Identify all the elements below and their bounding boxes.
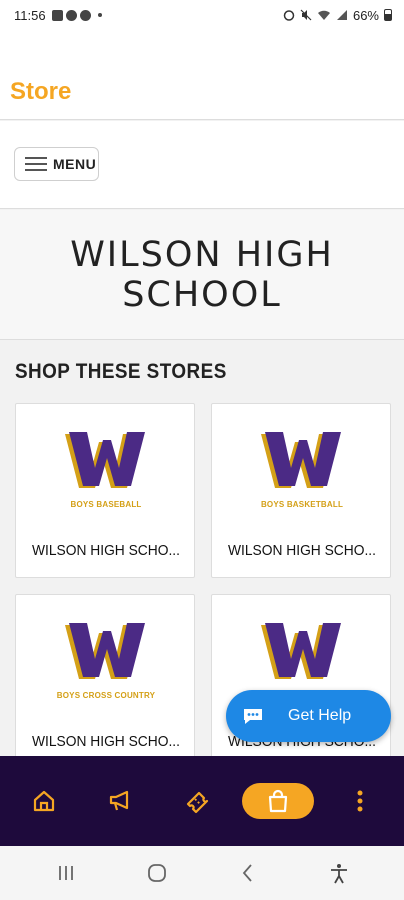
bottom-nav — [0, 756, 404, 846]
page-title: Store — [10, 78, 72, 105]
battery-icon — [384, 9, 392, 21]
menu-label: MENU — [53, 156, 97, 172]
store-card[interactable]: WILSON HIGH SCHO... — [211, 594, 391, 769]
app-notification-icon — [79, 9, 91, 21]
store-title: WILSON HIGH SCHO... — [227, 542, 376, 559]
more-vertical-icon — [357, 790, 363, 812]
nav-tickets[interactable] — [166, 776, 226, 826]
gallery-icon — [51, 9, 63, 21]
notification-icons — [51, 9, 102, 21]
ticket-icon — [186, 791, 209, 814]
store-card[interactable]: BOYS BASKETBALL WILSON HIGH SCHO... — [211, 403, 391, 578]
hamburger-icon — [25, 157, 47, 171]
app-header: Store — [0, 30, 404, 120]
accessibility-icon — [330, 864, 347, 884]
battery-percent: 66% — [352, 7, 379, 23]
get-help-label: Get Help — [288, 707, 352, 724]
accessibility-button[interactable] — [319, 853, 359, 893]
home-icon — [33, 790, 55, 812]
back-button[interactable] — [228, 853, 268, 893]
recent-apps-icon — [58, 866, 73, 880]
nav-store[interactable] — [242, 783, 314, 819]
alarm-icon — [283, 10, 295, 21]
wilson-w-logo — [65, 623, 145, 679]
nav-more[interactable] — [330, 776, 390, 826]
app-notification-icon — [65, 9, 77, 21]
home-circle-icon — [147, 864, 166, 882]
mute-icon — [300, 9, 312, 21]
menu-button[interactable]: MENU — [14, 147, 99, 181]
system-nav-bar — [0, 846, 404, 900]
megaphone-icon — [109, 790, 129, 811]
shopping-bag-icon — [268, 789, 288, 813]
status-bar-left: 11:56 — [14, 8, 102, 23]
status-bar-right: 66% — [283, 8, 392, 23]
get-help-button[interactable]: Get Help — [226, 690, 391, 742]
store-card[interactable]: BOYS BASEBALL WILSON HIGH SCHO... — [15, 403, 195, 578]
school-banner: WILSON HIGH SCHOOL — [0, 210, 404, 340]
chat-bubble-icon — [244, 709, 262, 724]
store-subtitle: BOYS CROSS COUNTRY — [56, 691, 156, 700]
recent-apps-button[interactable] — [46, 853, 86, 893]
status-bar: 11:56 66% — [0, 0, 404, 30]
back-chevron-icon — [242, 864, 252, 882]
signal-icon — [336, 10, 347, 20]
wilson-w-logo — [65, 432, 145, 488]
store-card[interactable]: BOYS CROSS COUNTRY WILSON HIGH SCHO... — [15, 594, 195, 769]
more-notifications-icon — [97, 13, 102, 17]
store-subtitle: BOYS BASKETBALL — [260, 500, 344, 509]
home-system-button[interactable] — [137, 853, 177, 893]
store-title: WILSON HIGH SCHO... — [31, 542, 180, 559]
shop-heading: SHOP THESE STORES — [15, 360, 227, 383]
nav-home[interactable] — [14, 776, 74, 826]
store-subtitle: BOYS BASEBALL — [70, 500, 142, 509]
nav-announcements[interactable] — [90, 776, 150, 826]
wilson-w-logo — [261, 432, 341, 488]
school-name: WILSON HIGH SCHOOL — [70, 234, 334, 315]
wilson-w-logo — [261, 623, 341, 679]
store-title: WILSON HIGH SCHO... — [31, 733, 180, 750]
screen: 11:56 66% Store MENU WILSON HIGH SCHOOL … — [0, 0, 404, 900]
menu-bar: MENU — [0, 121, 404, 209]
wifi-icon — [317, 10, 330, 20]
status-time: 11:56 — [14, 7, 46, 23]
